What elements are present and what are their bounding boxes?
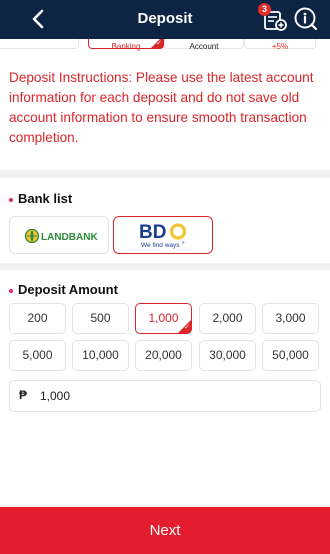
section-dot (9, 197, 13, 202)
method-tab-account[interactable]: Account (164, 39, 244, 51)
amount-input-value: 1,000 (40, 389, 71, 403)
svg-text:We find ways: We find ways (141, 242, 180, 249)
landbank-logo: LANDBANK (24, 228, 98, 244)
amount-chip-50000[interactable]: 50,000 (262, 340, 319, 371)
amount-chip-10000[interactable]: 10,000 (72, 340, 129, 371)
bank-option-landbank[interactable]: LANDBANK (9, 216, 109, 254)
check-icon: ✓ (156, 40, 162, 47)
bank-option-bdo[interactable]: BD We find ways ® (113, 216, 213, 254)
method-tab-1[interactable] (0, 39, 79, 49)
amount-chip-2000[interactable]: 2,000 (199, 303, 256, 334)
bdo-logo: BD We find ways ® (139, 222, 187, 249)
top-bar: Deposit 3 (0, 0, 330, 39)
deposit-amount-heading: Deposit Amount (9, 282, 118, 297)
check-icon: ✓ (184, 324, 190, 331)
amount-chip-30000[interactable]: 30,000 (199, 340, 256, 371)
deposit-instructions-panel: Deposit Instructions: Please use the lat… (0, 53, 330, 170)
amount-chip-20000[interactable]: 20,000 (135, 340, 192, 371)
method-tab-bonus[interactable]: +5% (244, 39, 316, 51)
amount-chip-200[interactable]: 200 (9, 303, 66, 334)
svg-text:BD: BD (139, 222, 166, 243)
amount-input[interactable]: ₱ 1,000 (9, 380, 321, 412)
amount-chip-3000[interactable]: 3,000 (262, 303, 319, 334)
svg-text:®: ® (182, 241, 185, 245)
bank-list-heading: Bank list (9, 191, 72, 206)
amount-chip-1000[interactable]: 1,000 ✓ (135, 303, 192, 334)
deposit-page: Deposit 3 Banking ✓ Account +5% Deposit … (0, 0, 330, 554)
method-tab-banking[interactable]: Banking ✓ (88, 39, 164, 51)
peso-currency-icon: ₱ (19, 388, 28, 402)
help-info-icon[interactable] (293, 6, 319, 32)
section-dot (9, 288, 13, 293)
deposit-method-tabs: Banking ✓ Account +5% (0, 39, 330, 53)
amount-chip-500[interactable]: 500 (72, 303, 129, 334)
svg-text:LANDBANK: LANDBANK (41, 232, 98, 243)
amount-chip-5000[interactable]: 5,000 (9, 340, 66, 371)
deposit-instructions-text: Deposit Instructions: Please use the lat… (9, 70, 314, 145)
next-button[interactable]: Next (0, 507, 330, 554)
notification-badge: 3 (258, 3, 271, 16)
bank-list-section: Bank list LANDBANK BD We find ways ® (0, 178, 330, 263)
deposit-amount-section: Deposit Amount 200 500 1,000 ✓ 2,000 3,0… (0, 270, 330, 506)
